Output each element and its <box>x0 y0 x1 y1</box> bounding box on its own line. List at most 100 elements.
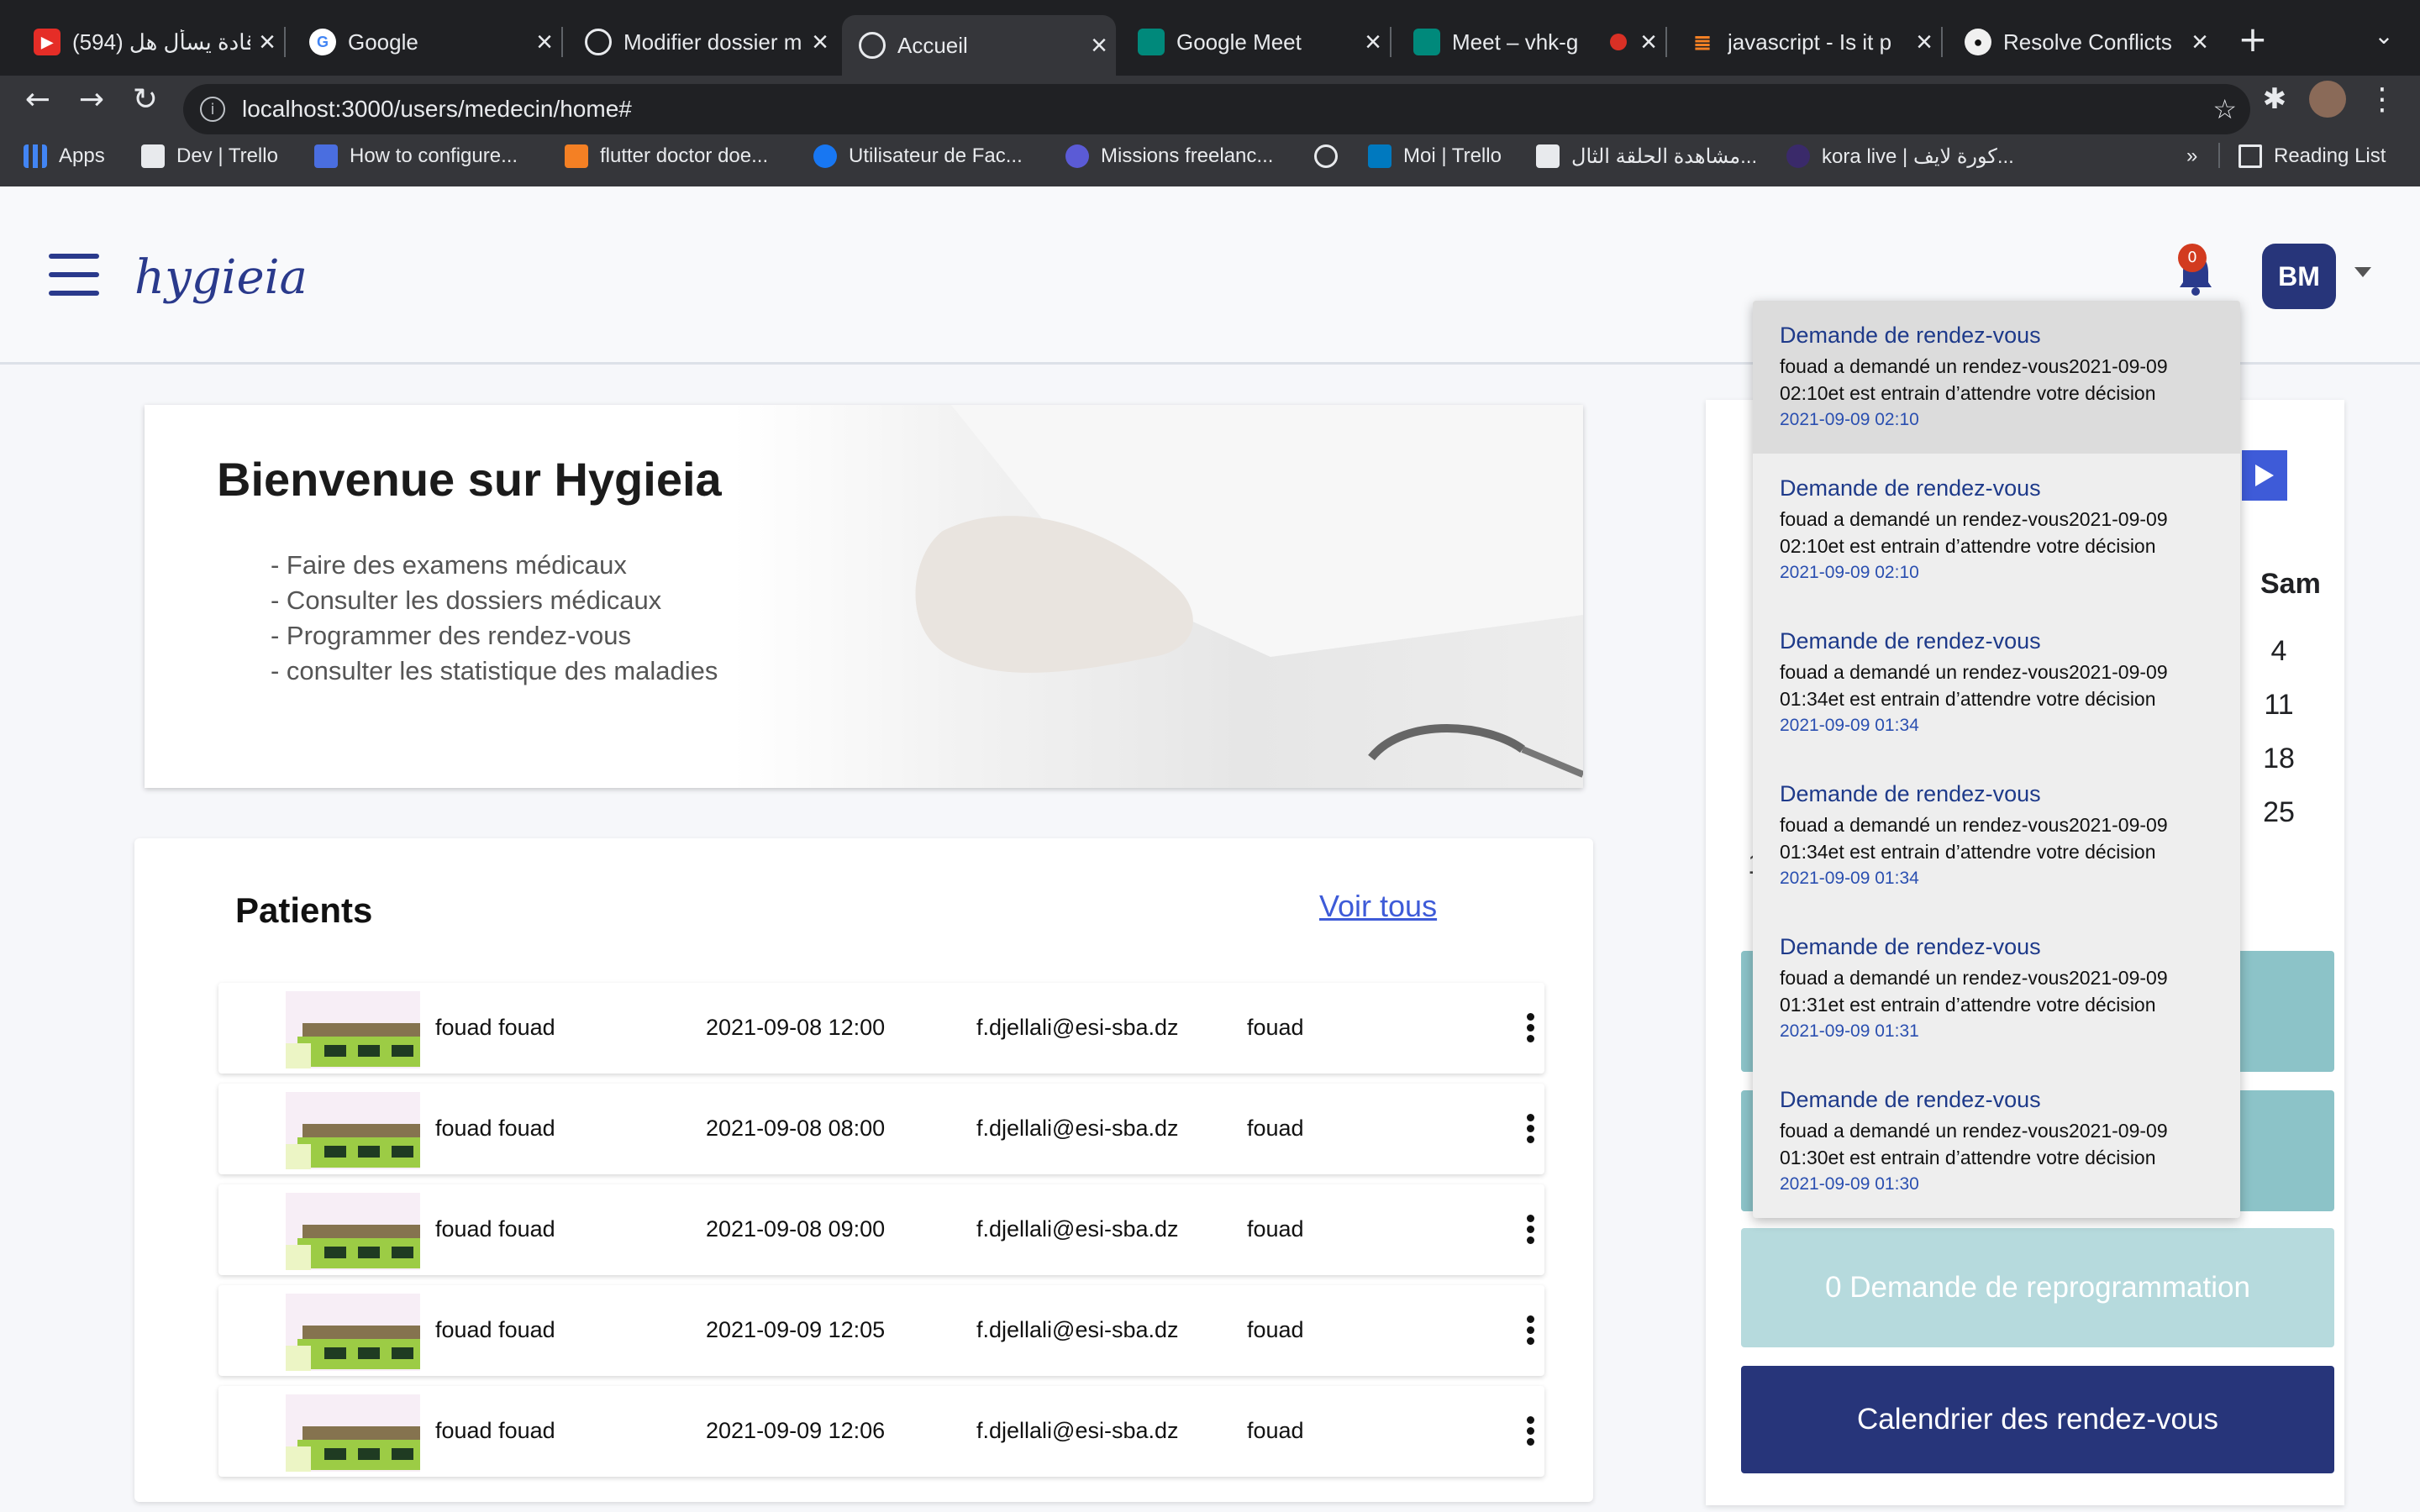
calendar-date[interactable]: 25 <box>2254 796 2304 829</box>
browser-tab[interactable]: Meet – vhk-g × <box>1397 15 1667 69</box>
appointment-datetime: 2021-09-09 12:05 <box>706 1317 886 1342</box>
notification-body: fouad a demandé un rendez-vous2021-09-09… <box>1780 967 2168 1016</box>
table-row[interactable]: fouad fouad 2021-09-08 08:00 f.djellali@… <box>218 1084 1544 1174</box>
patient-name: fouad fouad <box>435 1116 555 1141</box>
notification-title: Demande de rendez-vous <box>1780 475 2041 501</box>
site-info-icon[interactable]: i <box>200 97 225 122</box>
browser-tab[interactable]: Modifier dossier m × <box>568 15 837 69</box>
close-icon[interactable]: × <box>2183 26 2217 59</box>
bookmark-item[interactable] <box>1314 141 1349 171</box>
table-row[interactable]: fouad fouad 2021-09-09 12:05 f.djellali@… <box>218 1285 1544 1376</box>
table-row[interactable]: fouad fouad 2021-09-08 12:00 f.djellali@… <box>218 983 1544 1074</box>
address-bar[interactable]: i localhost:3000/users/medecin/home# ☆ <box>183 84 2250 134</box>
bookmark-item[interactable]: How to configure... <box>314 141 518 171</box>
new-tab-icon[interactable]: + <box>2232 18 2274 60</box>
calendar-date[interactable]: 18 <box>2254 743 2304 775</box>
see-all-link[interactable]: Voir tous <box>1319 889 1437 924</box>
notification-title: Demande de rendez-vous <box>1780 781 2041 806</box>
notification-item[interactable]: Demande de rendez-vous fouad a demandé u… <box>1753 759 2240 912</box>
cnet-icon <box>314 144 338 168</box>
tab-title: Google Meet <box>1176 29 1302 55</box>
meet-icon <box>1138 29 1165 55</box>
browser-tab[interactable]: ▶ (594) قادة يسأل هل × <box>17 15 286 69</box>
notification-item[interactable]: Demande de rendez-vous fouad a demandé u… <box>1753 301 2240 454</box>
user-menu-caret-icon[interactable] <box>2354 267 2371 277</box>
close-icon[interactable]: × <box>803 26 837 59</box>
row-menu-icon[interactable] <box>1524 1416 1536 1449</box>
row-menu-icon[interactable] <box>1524 1013 1536 1046</box>
notification-item[interactable]: Demande de rendez-vous fouad a demandé u… <box>1753 454 2240 606</box>
browser-tab[interactable]: G Google × <box>292 15 563 69</box>
patient-name: fouad fouad <box>435 1418 555 1443</box>
bookmarks-overflow-icon[interactable]: » <box>2186 141 2197 171</box>
codeur-icon <box>1065 144 1089 168</box>
bookmark-label: Moi | Trello <box>1403 144 1502 167</box>
bookmark-label: مشاهدة الحلقة الثال... <box>1571 144 1758 168</box>
bookmark-label: How to configure... <box>350 144 518 167</box>
close-icon[interactable]: × <box>1356 26 1390 59</box>
notification-item[interactable]: Demande de rendez-vous fouad a demandé u… <box>1753 606 2240 759</box>
table-row[interactable]: fouad fouad 2021-09-09 12:06 f.djellali@… <box>218 1386 1544 1477</box>
tab-title: Modifier dossier m <box>623 29 802 55</box>
notification-body: fouad a demandé un rendez-vous2021-09-09… <box>1780 1120 2168 1168</box>
feature-item: - Faire des examens médicaux <box>271 550 627 580</box>
browser-tab[interactable]: ≣ javascript - Is it p × <box>1672 15 1943 69</box>
tab-title: Meet – vhk-g <box>1452 29 1579 55</box>
bookmark-item[interactable]: Moi | Trello <box>1368 141 1502 171</box>
menu-kebab-icon[interactable]: ⋮ <box>2361 82 2403 117</box>
notification-item[interactable]: Demande de rendez-vous fouad a demandé u… <box>1753 1065 2240 1218</box>
next-month-button[interactable] <box>2242 450 2287 501</box>
tab-search-icon[interactable]: ⌄ <box>2363 22 2405 50</box>
url-text: localhost:3000/users/medecin/home# <box>242 96 632 122</box>
notification-title: Demande de rendez-vous <box>1780 1087 2041 1112</box>
patient-name: fouad fouad <box>435 1015 555 1040</box>
bookmark-star-icon[interactable]: ☆ <box>2212 93 2237 125</box>
reprogramming-requests-button[interactable]: 0 Demande de reprogrammation <box>1741 1228 2334 1347</box>
bookmark-item[interactable]: Utilisateur de Fac... <box>813 141 1023 171</box>
bookmark-item[interactable]: kora live | كورة لايف... <box>1786 141 2014 171</box>
hygieia-logo[interactable]: hygieia <box>134 250 308 305</box>
bookmark-item[interactable]: flutter doctor doe... <box>565 141 768 171</box>
extensions-icon[interactable]: ✱ <box>2254 82 2296 116</box>
browser-tab[interactable]: Google Meet × <box>1121 15 1392 69</box>
notification-item[interactable]: Demande de rendez-vous fouad a demandé u… <box>1753 912 2240 1065</box>
row-menu-icon[interactable] <box>1524 1215 1536 1247</box>
bookmark-apps[interactable]: Apps <box>24 141 105 171</box>
close-icon[interactable]: × <box>1632 26 1665 59</box>
browser-tab[interactable]: ● Resolve Conflicts × <box>1948 15 2217 69</box>
tab-title: (594) قادة يسأل هل <box>72 29 250 55</box>
close-icon[interactable]: × <box>528 26 561 59</box>
back-icon[interactable]: ← <box>17 82 59 117</box>
hamburger-menu-icon[interactable] <box>49 254 99 301</box>
row-menu-icon[interactable] <box>1524 1315 1536 1348</box>
close-icon[interactable]: × <box>1907 26 1941 59</box>
reload-icon[interactable]: ↻ <box>124 82 166 117</box>
appointments-calendar-button[interactable]: Calendrier des rendez-vous <box>1741 1366 2334 1473</box>
user-avatar-button[interactable]: BM <box>2262 244 2336 309</box>
reading-list-button[interactable]: Reading List <box>2238 141 2386 171</box>
notification-body: fouad a demandé un rendez-vous2021-09-09… <box>1780 355 2168 404</box>
patient-username: fouad <box>1247 1317 1304 1342</box>
browser-tab-strip: ▶ (594) قادة يسأل هل × G Google × Modifi… <box>0 0 2420 76</box>
globe-icon <box>585 29 612 55</box>
patients-title: Patients <box>235 890 373 930</box>
overflow-label: » <box>2186 144 2198 167</box>
bookmark-item[interactable]: Missions freelanc... <box>1065 141 1273 171</box>
browser-tab-active[interactable]: Accueil × <box>842 15 1116 76</box>
table-row[interactable]: fouad fouad 2021-09-08 09:00 f.djellali@… <box>218 1184 1544 1275</box>
browser-toolbar: ← → ↻ i localhost:3000/users/medecin/hom… <box>0 76 2420 202</box>
bookmark-item[interactable]: مشاهدة الحلقة الثال... <box>1536 141 1757 171</box>
forward-icon[interactable]: → <box>71 82 113 117</box>
row-menu-icon[interactable] <box>1524 1114 1536 1147</box>
patient-email: f.djellali@esi-sba.dz <box>976 1216 1179 1242</box>
close-icon[interactable]: × <box>250 26 284 59</box>
logo-text: hygieia <box>134 250 308 305</box>
close-icon[interactable]: × <box>1082 29 1116 62</box>
facebook-icon <box>813 144 837 168</box>
trello-icon <box>1368 144 1392 168</box>
profile-avatar-icon[interactable] <box>2309 81 2346 118</box>
calendar-date[interactable]: 11 <box>2254 689 2304 722</box>
calendar-date[interactable]: 4 <box>2254 635 2304 668</box>
patient-username: fouad <box>1247 1216 1304 1242</box>
bookmark-item[interactable]: Dev | Trello <box>141 141 278 171</box>
